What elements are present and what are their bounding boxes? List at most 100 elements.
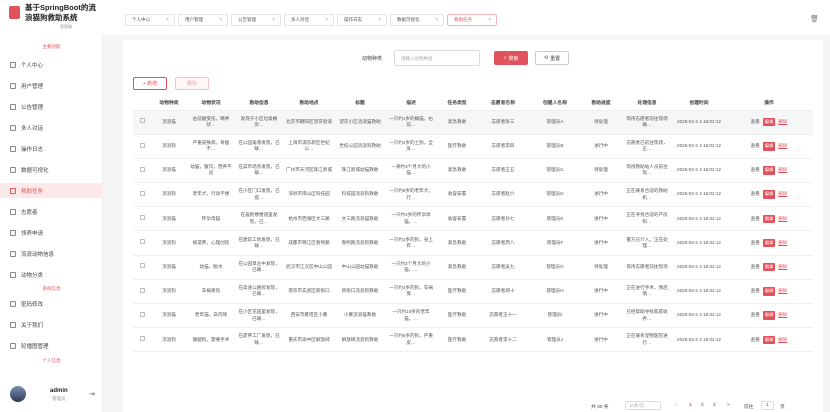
column-header[interactable]: 创建人名称 xyxy=(529,96,581,111)
column-header[interactable]: 救助信息 xyxy=(235,96,283,111)
delete-button[interactable]: 删除 xyxy=(778,288,787,293)
sidebar-item-about[interactable]: 关于我们 xyxy=(0,317,103,332)
row-checkbox[interactable] xyxy=(139,263,145,269)
sidebar-item-user-management[interactable]: 用户管理 xyxy=(0,78,103,93)
view-button[interactable]: 查看 xyxy=(751,119,760,124)
search-input[interactable]: 请输入动物种类 xyxy=(394,50,480,66)
view-button[interactable]: 查看 xyxy=(751,288,760,293)
page-number[interactable]: 2 xyxy=(701,403,704,408)
table-row[interactable]: 流浪猫 幼猫，脱水 在公园草丛中发现，已联… 武汉市江汉区中山公园 中山公园幼猫救助 一只… xyxy=(133,255,813,280)
edit-button[interactable]: 编辑 xyxy=(762,287,776,296)
trash-icon[interactable]: 🗑 xyxy=(810,15,819,23)
sidebar-item-rescue-task[interactable]: 救助任务 xyxy=(0,183,103,198)
close-icon[interactable]: × xyxy=(219,17,222,23)
goto-page-input[interactable]: 1 xyxy=(761,401,774,410)
delete-button[interactable]: 删除 xyxy=(778,143,787,148)
reset-button[interactable]: ⟲ 重置 xyxy=(535,51,569,65)
sidebar-item-carousel[interactable]: 轮播图管理 xyxy=(0,338,103,353)
sidebar-item-animal-info[interactable]: 流浪动物信息 xyxy=(0,246,103,261)
tab-log[interactable]: 操作日志 × xyxy=(337,14,387,26)
view-button[interactable]: 查看 xyxy=(751,143,760,148)
tab-personal-center[interactable]: 个人中心 × xyxy=(125,14,175,26)
close-icon[interactable]: × xyxy=(166,17,169,23)
edit-button[interactable]: 编辑 xyxy=(762,214,776,224)
column-header[interactable]: 创建时间 xyxy=(673,96,725,111)
delete-button[interactable]: 删除 xyxy=(778,216,787,221)
close-icon[interactable]: × xyxy=(488,17,491,23)
edit-button[interactable]: 编辑 xyxy=(762,190,776,199)
add-button[interactable]: + 新增 xyxy=(133,77,167,90)
avatar[interactable] xyxy=(10,386,26,402)
delete-button[interactable]: 删除 xyxy=(778,167,787,172)
page-number-active[interactable]: 1 xyxy=(689,403,692,408)
edit-button[interactable]: 编辑 xyxy=(762,238,776,248)
sidebar-item-visualization[interactable]: 数据可视化 xyxy=(0,162,103,177)
table-row[interactable]: 流浪狗 被遗弃，心理创伤 在建筑工地发现，已联… 成都市锦江区春熙路 春熙路流浪狗救助一… xyxy=(133,230,813,256)
row-checkbox[interactable] xyxy=(139,142,145,148)
table-row[interactable]: 流浪猫 老年猫，白内障 在小区花园里发现，已联… 西安市雁塔区小寨 小寨流浪猫救助 一只约… xyxy=(133,303,813,329)
sidebar-item-animal-category[interactable]: 动物分类 xyxy=(0,267,103,282)
view-button[interactable]: 查看 xyxy=(751,216,760,221)
view-button[interactable]: 查看 xyxy=(751,337,760,342)
header-checkbox[interactable] xyxy=(133,96,151,111)
delete-button[interactable]: 删除 xyxy=(778,191,787,196)
table-row[interactable]: 流浪狗 老年犬，行动不便 在小区门口发现，已提… 深圳市南山区科技园 科技园流浪狗救助一… xyxy=(133,182,813,208)
delete-button[interactable]: 删除 xyxy=(778,312,787,317)
view-button[interactable]: 查看 xyxy=(751,264,760,269)
page-number[interactable]: 3 xyxy=(713,403,716,408)
table-row[interactable]: 流浪狗 车祸受伤 在高速公路旁发现，已联… 南京市玄武区新街口 新街口流浪狗救助 一只约4… xyxy=(133,279,813,305)
column-header[interactable]: 处理信息 xyxy=(621,96,673,111)
sidebar-item-chat[interactable]: 多人对话 xyxy=(0,120,103,135)
edit-button[interactable]: 编辑 xyxy=(762,311,776,320)
row-checkbox[interactable] xyxy=(139,336,145,342)
sidebar-item-adoption[interactable]: 领养申请 xyxy=(0,225,103,240)
table-row[interactable]: 流浪猫 右前腿受伤，精神状… 发现于小区垃圾桶旁… 北京市朝阳区望京街道 望京小区流浪猫… xyxy=(133,110,813,135)
column-header[interactable]: 救助进度 xyxy=(581,96,621,111)
column-header[interactable]: 动物状况 xyxy=(187,96,235,111)
close-icon[interactable]: × xyxy=(272,17,275,23)
column-header[interactable]: 志愿者名称 xyxy=(477,96,529,111)
view-button[interactable]: 查看 xyxy=(751,191,760,196)
column-header[interactable]: 动物种类 xyxy=(151,96,187,111)
prev-page-button[interactable]: < xyxy=(675,403,678,408)
row-checkbox[interactable] xyxy=(139,239,145,245)
sidebar-item-log[interactable]: 操作日志 xyxy=(0,141,103,156)
tab-rescue-task[interactable]: 救助任务 × xyxy=(447,14,497,26)
next-page-button[interactable]: > xyxy=(727,403,730,408)
sidebar-item-personal-center[interactable]: 个人中心 xyxy=(0,57,103,72)
sidebar-item-volunteer[interactable]: 志愿者 xyxy=(0,204,103,219)
logout-icon[interactable]: ⇥ xyxy=(89,390,95,398)
sidebar-item-notice[interactable]: 公告管理 xyxy=(0,99,103,114)
view-button[interactable]: 查看 xyxy=(751,312,760,317)
edit-button[interactable]: 编辑 xyxy=(762,142,776,151)
row-checkbox[interactable] xyxy=(139,118,145,124)
row-checkbox[interactable] xyxy=(139,311,145,317)
search-button[interactable]: ⌕ 搜索 xyxy=(494,51,528,65)
delete-button[interactable]: 删除 xyxy=(778,264,787,269)
view-button[interactable]: 查看 xyxy=(751,240,760,245)
column-header[interactable]: 描述 xyxy=(385,96,437,111)
tab-visualization[interactable]: 数据可视化 × xyxy=(390,14,444,26)
edit-button[interactable]: 编辑 xyxy=(762,335,776,345)
table-row[interactable]: 流浪狗 严重皮肤病，骨瘦不… 在公园角落发现，已联… 上海市浦东新区世纪公… 世纪公园流… xyxy=(133,134,813,159)
column-header[interactable]: 标题 xyxy=(335,96,385,111)
column-header[interactable]: 任务类型 xyxy=(437,96,477,111)
tab-notice[interactable]: 公告管理 × xyxy=(231,14,281,26)
row-checkbox[interactable] xyxy=(139,287,145,293)
view-button[interactable]: 查看 xyxy=(751,167,760,172)
close-icon[interactable]: × xyxy=(325,17,328,23)
close-icon[interactable]: × xyxy=(435,17,438,23)
row-checkbox[interactable] xyxy=(139,166,145,172)
tab-chat[interactable]: 多人对话 × xyxy=(284,14,334,26)
page-size-select[interactable]: 10条/页 xyxy=(625,401,661,410)
column-header[interactable]: 救助地点 xyxy=(283,96,335,111)
sidebar-item-password[interactable]: 密码修改 xyxy=(0,296,103,311)
batch-delete-button[interactable]: 删除 xyxy=(175,77,209,90)
delete-button[interactable]: 删除 xyxy=(778,240,787,245)
edit-button[interactable]: 编辑 xyxy=(762,117,776,127)
table-row[interactable]: 流浪猫 幼猫，腹泻，营养不良 在菜市场旁发现，已联… 广州市天河区珠江新城 珠江新城幼猫… xyxy=(133,158,813,184)
edit-button[interactable]: 编辑 xyxy=(762,166,776,175)
delete-button[interactable]: 删除 xyxy=(778,119,787,124)
delete-button[interactable]: 删除 xyxy=(778,337,787,342)
row-checkbox[interactable] xyxy=(139,190,145,196)
